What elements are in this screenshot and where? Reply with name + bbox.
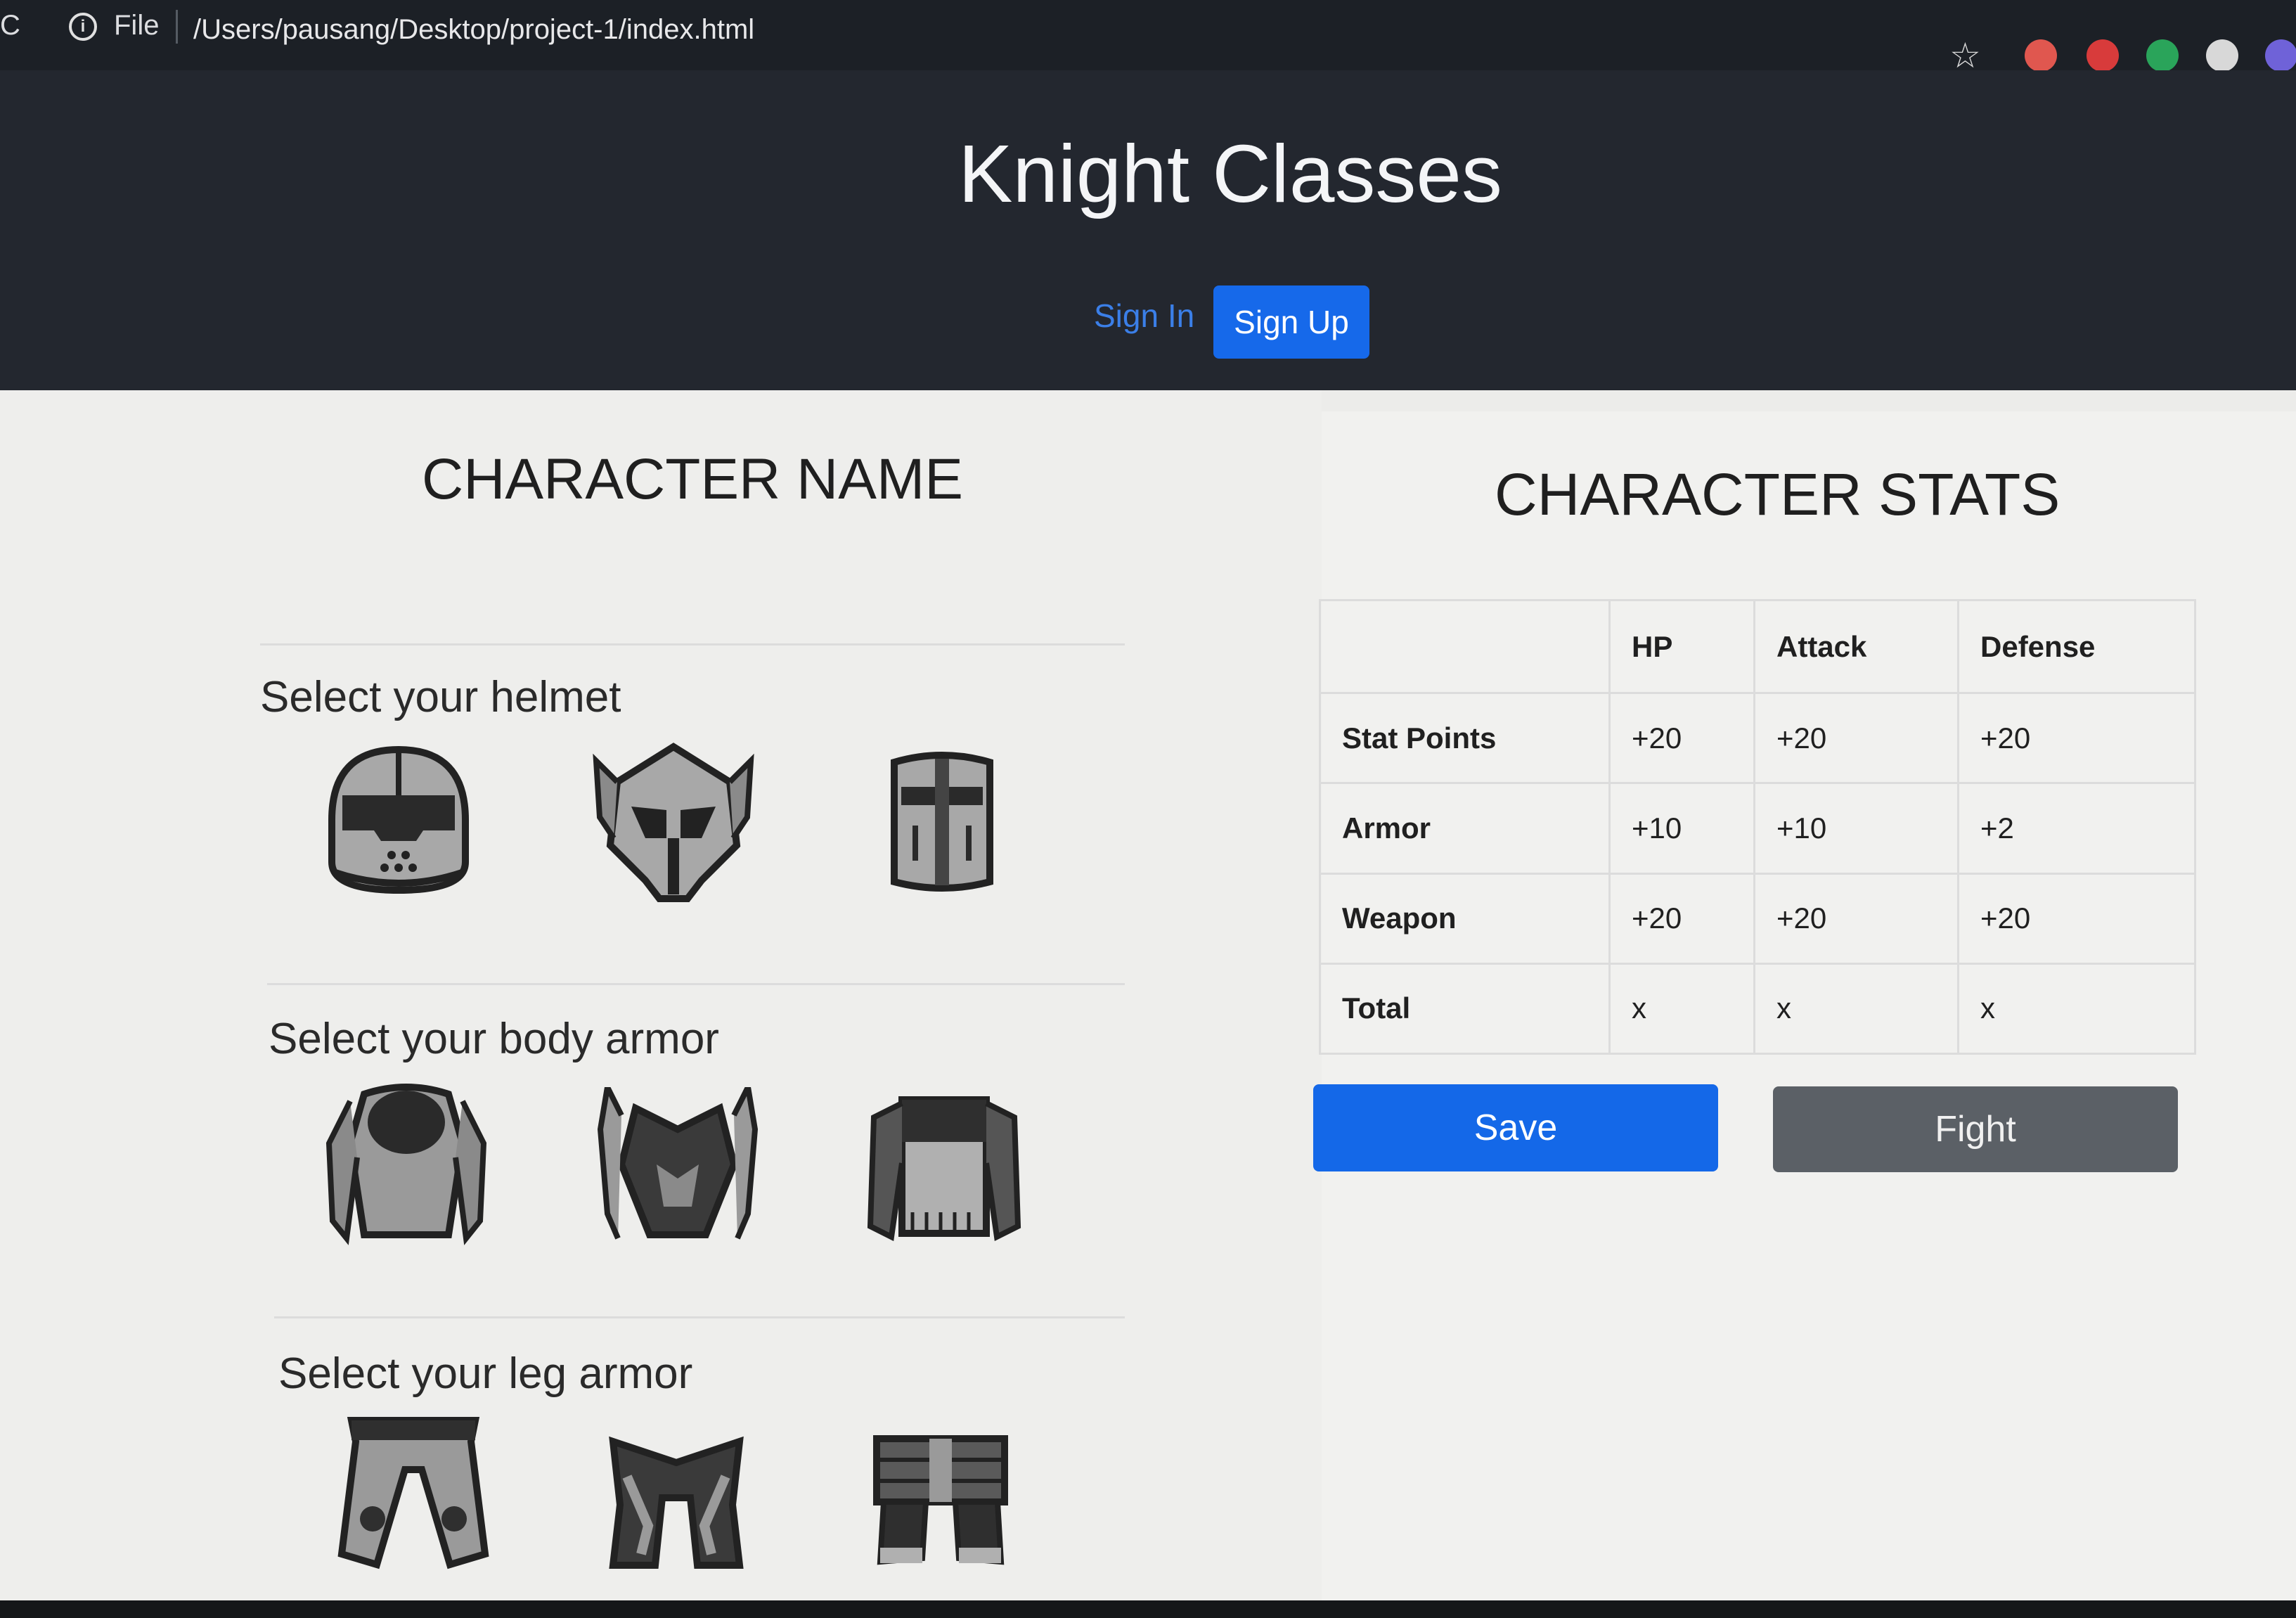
table-cell: +20: [1608, 692, 1755, 785]
row-label: Stat Points: [1319, 692, 1611, 785]
body-armor-section-label: Select your body armor: [269, 1015, 719, 1063]
row-label: Total: [1319, 962, 1611, 1055]
horned-helmet-icon[interactable]: [589, 740, 758, 906]
stats-table: HP Attack Defense Stat Points +20 +20 +2…: [1319, 598, 2196, 1055]
app-header: [0, 70, 2296, 408]
table-cell: +20: [1608, 872, 1755, 965]
table-row: Stat Points +20 +20 +20: [1319, 692, 2196, 785]
visor-helmet-icon[interactable]: [318, 743, 479, 897]
page-title: Knight Classes: [958, 128, 1502, 219]
chainmail-armor-icon[interactable]: [863, 1086, 1025, 1243]
character-name-heading: CHARACTER NAME: [422, 447, 963, 511]
plate-greaves-icon[interactable]: [330, 1413, 496, 1571]
grammarly-extension-icon[interactable]: [2146, 39, 2179, 72]
profile-extension-icon[interactable]: [2265, 39, 2296, 72]
circle-extension-icon[interactable]: [2206, 39, 2238, 72]
divider: [260, 643, 1125, 646]
table-cell: +10: [1753, 782, 1959, 875]
table-row: Armor +10 +10 +2: [1319, 782, 2196, 875]
video-extension-icon[interactable]: [2025, 39, 2057, 72]
adblock-extension-icon[interactable]: [2087, 39, 2119, 72]
table-cell: x: [1608, 962, 1755, 1055]
sign-up-button[interactable]: Sign Up: [1213, 285, 1369, 359]
reload-icon[interactable]: C: [0, 10, 20, 41]
table-cell: x: [1957, 962, 2196, 1055]
table-cell: +20: [1957, 692, 2196, 785]
table-row: Total x x x: [1319, 962, 2196, 1055]
leg-armor-section-label: Select your leg armor: [278, 1349, 693, 1398]
table-row: Weapon +20 +20 +20: [1319, 872, 2196, 965]
column-header-blank: [1319, 598, 1611, 695]
row-label: Armor: [1319, 782, 1611, 875]
helmet-section-label: Select your helmet: [260, 673, 621, 721]
spiked-armor-icon[interactable]: [593, 1087, 762, 1245]
url-separator: [176, 10, 178, 44]
fight-button[interactable]: Fight: [1773, 1086, 2178, 1172]
table-cell: +20: [1957, 872, 2196, 965]
info-icon[interactable]: i: [69, 13, 97, 41]
table-cell: +10: [1608, 782, 1755, 875]
great-helm-icon[interactable]: [887, 748, 997, 894]
url-scheme-label: File: [114, 10, 160, 41]
spiked-greaves-icon[interactable]: [599, 1427, 754, 1572]
column-header-hp: HP: [1608, 598, 1755, 695]
table-cell: x: [1753, 962, 1959, 1055]
address-bar-url[interactable]: /Users/pausang/Desktop/project-1/index.h…: [193, 14, 754, 46]
banded-greaves-icon[interactable]: [866, 1432, 1015, 1571]
divider: [274, 1316, 1125, 1318]
table-cell: +20: [1753, 872, 1959, 965]
save-button[interactable]: Save: [1313, 1084, 1718, 1171]
screen-bezel: [0, 1600, 2296, 1618]
plate-armor-icon[interactable]: [322, 1080, 491, 1246]
table-header-row: HP Attack Defense: [1319, 598, 2196, 695]
table-cell: +20: [1753, 692, 1959, 785]
table-cell: +2: [1957, 782, 2196, 875]
divider: [267, 983, 1125, 985]
column-header-defense: Defense: [1957, 598, 2196, 695]
character-stats-heading: CHARACTER STATS: [1495, 461, 2060, 527]
row-label: Weapon: [1319, 872, 1611, 965]
sign-in-link[interactable]: Sign In: [1094, 297, 1194, 335]
column-header-attack: Attack: [1753, 598, 1959, 695]
browser-toolbar: C i File /Users/pausang/Desktop/project-…: [0, 0, 2296, 75]
